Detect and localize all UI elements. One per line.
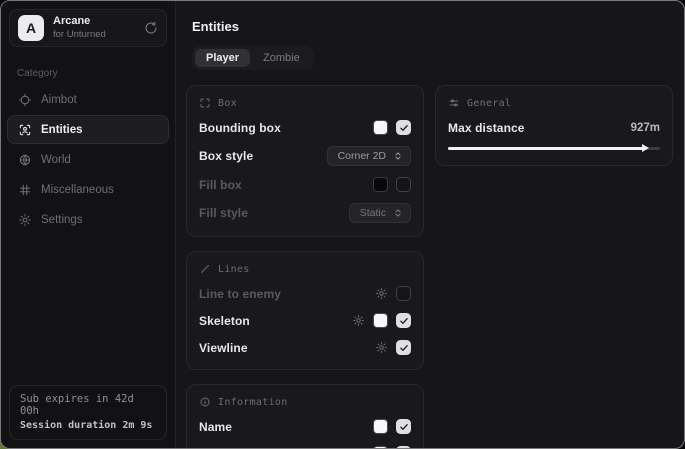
bounding-box-checkbox[interactable] (396, 120, 411, 135)
brand-card: A Arcane for Unturned (9, 9, 167, 47)
row-settings-gear-icon[interactable] (375, 287, 388, 300)
sub-expires-text: Sub expires in 42d 00h (20, 393, 156, 417)
left-column: Box Bounding box (186, 85, 424, 449)
page-title: Entities (192, 19, 673, 34)
general-panel: General Max distance 927m (435, 85, 673, 166)
panel-title: General (467, 98, 511, 109)
setting-label: Box style (199, 149, 253, 163)
skeleton-checkbox[interactable] (396, 313, 411, 328)
slider-fill (448, 147, 643, 150)
sidebar-item-entities[interactable]: Entities (7, 115, 169, 144)
setting-label: Line to enemy (199, 287, 281, 301)
setting-row-box-style: Box style Corner 2D (199, 146, 411, 166)
panel-title: Information (218, 397, 288, 408)
dropdown-value: Static (360, 207, 386, 219)
sidebar-item-label: Entities (41, 124, 83, 136)
gear-icon (18, 213, 32, 227)
sidebar: A Arcane for Unturned Category (1, 1, 176, 448)
viewline-checkbox[interactable] (396, 340, 411, 355)
setting-row-skeleton: Skeleton (199, 312, 411, 329)
setting-row-viewline: Viewline (199, 339, 411, 356)
setting-label: Fill box (199, 178, 242, 192)
entity-tabs: Player Zombie (192, 46, 314, 70)
main-content: Entities Player Zombie (176, 1, 685, 448)
lines-panel: Lines Line to enemy (186, 251, 424, 370)
fill-style-dropdown[interactable]: Static (349, 203, 411, 223)
sidebar-item-world[interactable]: World (7, 145, 169, 174)
setting-label: Skeleton (199, 314, 250, 328)
setting-label: Name (199, 420, 232, 434)
setting-row-fill-box: Fill box (199, 176, 411, 193)
panel-title: Box (218, 98, 237, 109)
entity-scan-icon (18, 123, 32, 137)
setting-row-fill-style: Fill style Static (199, 203, 411, 223)
box-corners-icon (199, 97, 211, 109)
setting-row-line-to-enemy: Line to enemy (199, 285, 411, 302)
panel-title: Lines (218, 264, 250, 275)
chevrons-up-down-icon (393, 151, 403, 161)
row-settings-gear-icon[interactable] (375, 341, 388, 354)
app-name: Arcane (53, 15, 106, 29)
panels-area: Box Bounding box (186, 85, 673, 449)
name-checkbox[interactable] (396, 419, 411, 434)
session-duration-text: Session duration 2m 9s (20, 420, 156, 431)
setting-label: Fill style (199, 206, 248, 220)
color-swatch[interactable] (373, 313, 388, 328)
max-distance-value: 927m (631, 122, 660, 134)
setting-label: Viewline (199, 341, 248, 355)
chevrons-up-down-icon (393, 208, 403, 218)
setting-row-bounding-box: Bounding box (199, 119, 411, 136)
color-swatch[interactable] (373, 120, 388, 135)
tab-player[interactable]: Player (195, 49, 250, 67)
box-style-dropdown[interactable]: Corner 2D (327, 146, 411, 166)
crosshair-icon (18, 93, 32, 107)
color-swatch[interactable] (373, 177, 388, 192)
brand-text: Arcane for Unturned (53, 15, 106, 41)
reload-icon[interactable] (144, 21, 158, 35)
sidebar-item-aimbot[interactable]: Aimbot (7, 85, 169, 114)
setting-label: Bounding box (199, 121, 281, 135)
line-to-enemy-checkbox[interactable] (396, 286, 411, 301)
sliders-icon (448, 97, 460, 109)
sidebar-nav: Aimbot Entities (1, 85, 175, 235)
app-logo: A (18, 15, 44, 41)
tab-zombie[interactable]: Zombie (252, 49, 311, 67)
app-subtitle: for Unturned (53, 29, 106, 41)
sidebar-item-label: Miscellaneous (41, 184, 114, 196)
fill-box-checkbox[interactable] (396, 177, 411, 192)
screen: A Arcane for Unturned Category (0, 0, 685, 449)
max-distance-slider[interactable] (448, 144, 660, 152)
setting-row-name: Name (199, 418, 411, 435)
sidebar-item-miscellaneous[interactable]: Miscellaneous (7, 175, 169, 204)
subscription-card: Sub expires in 42d 00h Session duration … (9, 385, 167, 440)
info-icon (199, 396, 211, 408)
sidebar-item-label: World (41, 154, 71, 166)
sidebar-item-label: Settings (41, 214, 83, 226)
box-panel: Box Bounding box (186, 85, 424, 237)
sidebar-item-settings[interactable]: Settings (7, 205, 169, 234)
setting-row-max-distance: Max distance 927m (448, 119, 660, 136)
arcane-window: A Arcane for Unturned Category (0, 0, 685, 449)
dropdown-value: Corner 2D (338, 150, 386, 162)
category-label: Category (17, 68, 159, 79)
color-swatch[interactable] (373, 419, 388, 434)
line-icon (199, 263, 211, 275)
sidebar-item-label: Aimbot (41, 94, 77, 106)
information-panel: Information Name (186, 384, 424, 449)
globe-icon (18, 153, 32, 167)
grid-icon (18, 183, 32, 197)
row-settings-gear-icon[interactable] (352, 314, 365, 327)
setting-row-distance: Distance (199, 445, 411, 449)
right-column: General Max distance 927m (435, 85, 673, 166)
setting-label: Max distance (448, 121, 525, 135)
slider-thumb[interactable] (642, 144, 649, 152)
